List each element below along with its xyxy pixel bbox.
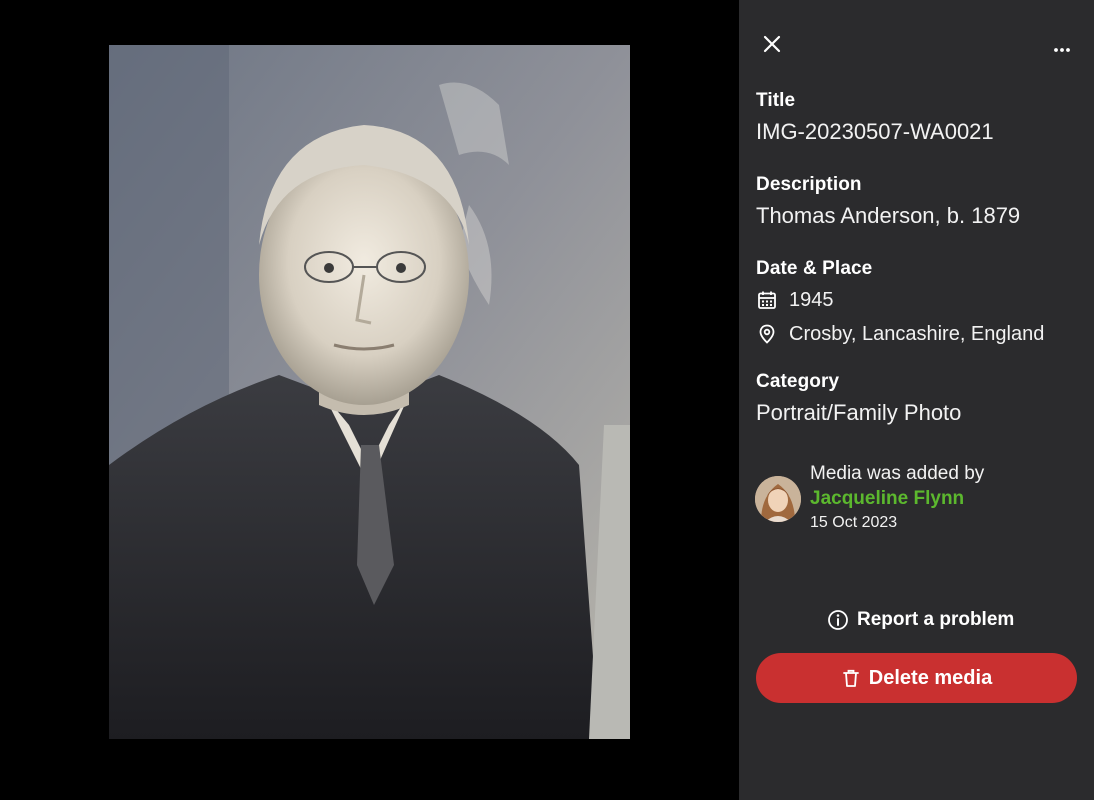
date-value: 1945 [789, 288, 834, 311]
date-place-label: Date & Place [756, 258, 873, 279]
avatar[interactable] [755, 476, 801, 522]
delete-media-button[interactable]: Delete media [756, 653, 1077, 703]
category-section: Category Portrait/Family Photo [756, 371, 961, 426]
added-by-section: Media was added by Jacqueline Flynn 15 O… [755, 463, 984, 532]
info-icon [828, 610, 848, 630]
more-icon [1054, 48, 1070, 52]
date-row: 1945 [756, 286, 1044, 314]
close-icon [763, 35, 781, 53]
added-by-name-link[interactable]: Jacqueline Flynn [810, 488, 984, 510]
description-label: Description [756, 174, 862, 195]
category-value: Portrait/Family Photo [756, 400, 962, 425]
calendar-icon [756, 289, 778, 311]
title-value: IMG-20230507-WA0021 [756, 119, 994, 144]
title-label: Title [756, 90, 796, 111]
location-pin-icon [756, 323, 778, 345]
added-date: 15 Oct 2023 [810, 514, 898, 531]
title-section: Title IMG-20230507-WA0021 [756, 90, 994, 145]
added-by-text: Media was added by Jacqueline Flynn 15 O… [810, 463, 984, 532]
report-problem-label: Report a problem [857, 609, 1015, 630]
description-section: Description Thomas Anderson, b. 1879 [756, 174, 1020, 229]
delete-media-label: Delete media [868, 666, 993, 689]
trash-icon [842, 669, 859, 687]
description-value: Thomas Anderson, b. 1879 [756, 203, 1021, 228]
category-label: Category [756, 371, 840, 392]
more-options-button[interactable] [1049, 36, 1075, 62]
date-place-section: Date & Place 1945 Crosby, Lancashire, En… [756, 258, 1044, 348]
close-button[interactable] [759, 31, 785, 57]
media-photo [109, 45, 630, 739]
added-by-label: Media was added by [810, 463, 985, 484]
media-viewer [0, 0, 739, 800]
report-problem-button[interactable]: Report a problem [827, 609, 1014, 631]
place-row: Crosby, Lancashire, England [756, 320, 1044, 348]
media-details-panel: Title IMG-20230507-WA0021 Description Th… [739, 0, 1094, 800]
place-value: Crosby, Lancashire, England [789, 322, 1045, 345]
